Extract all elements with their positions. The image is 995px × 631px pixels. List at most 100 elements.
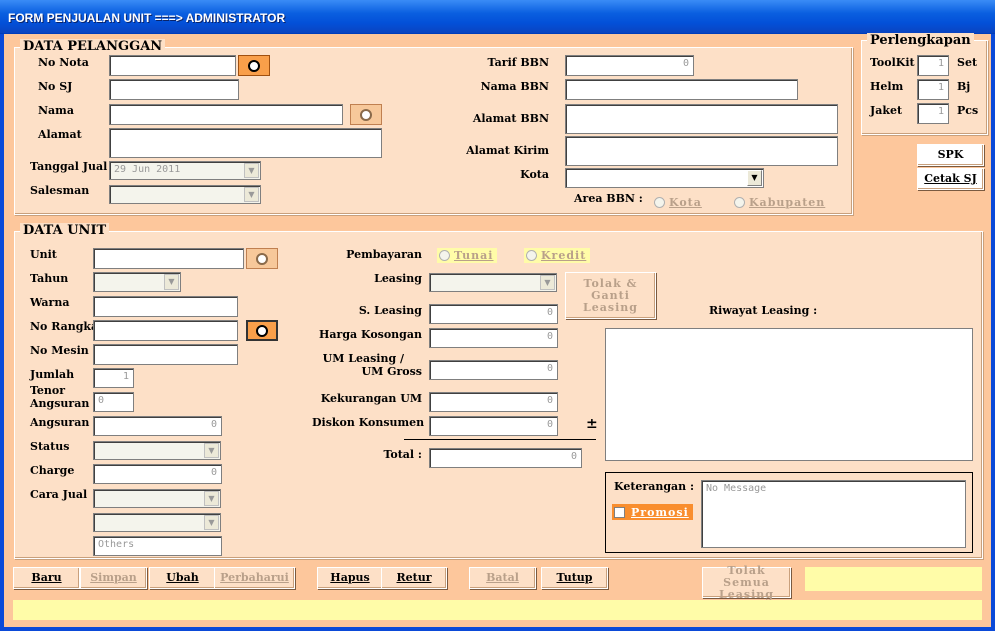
alamat-label: Alamat bbox=[38, 128, 82, 141]
search-icon bbox=[248, 59, 260, 72]
area-kota-radio[interactable]: Kota bbox=[654, 196, 702, 209]
angsuran-input[interactable]: 0 bbox=[93, 416, 222, 436]
jumlah-input[interactable]: 1 bbox=[93, 368, 134, 388]
tanggal-jual-picker[interactable]: 29 Jun 2011 ▼ bbox=[109, 161, 261, 180]
status-label: Status bbox=[30, 440, 70, 453]
tunai-radio[interactable]: Tunai bbox=[437, 248, 498, 263]
diskon-konsumen-input[interactable]: 0 bbox=[429, 416, 558, 436]
tenor-input[interactable]: 0 bbox=[93, 392, 134, 412]
jaket-quantity[interactable]: 1 bbox=[917, 103, 949, 124]
area-bbn-label: Area BBN : bbox=[574, 192, 643, 205]
tolak-semua-leasing-button[interactable]: Tolak Semua Leasing bbox=[702, 564, 791, 600]
no-sj-input[interactable] bbox=[109, 79, 239, 100]
warna-input[interactable] bbox=[93, 296, 238, 317]
radio-circle-icon bbox=[439, 250, 450, 261]
nama-bbn-label: Nama BBN bbox=[480, 80, 549, 93]
riwayat-leasing-list[interactable] bbox=[605, 328, 973, 461]
no-rangka-input[interactable] bbox=[93, 320, 238, 341]
cara-jual-select[interactable]: ▼ bbox=[93, 489, 221, 508]
radio-circle-icon bbox=[734, 197, 745, 208]
nama-input[interactable] bbox=[109, 104, 343, 125]
search-icon bbox=[360, 108, 372, 121]
alamat-input[interactable] bbox=[109, 128, 382, 158]
hapus-button[interactable]: Hapus bbox=[317, 567, 383, 589]
chevron-down-icon[interactable]: ▼ bbox=[204, 443, 219, 458]
tarif-bbn-input[interactable]: 0 bbox=[565, 55, 694, 76]
nama-bbn-input[interactable] bbox=[565, 79, 798, 100]
toolkit-unit: Set bbox=[957, 56, 978, 69]
others-input[interactable]: Others bbox=[93, 536, 222, 556]
window-border-right bbox=[991, 34, 995, 631]
kota-label: Kota bbox=[520, 168, 549, 181]
kredit-label: Kredit bbox=[541, 249, 587, 262]
chevron-down-icon[interactable]: ▼ bbox=[540, 275, 555, 290]
chevron-down-icon[interactable]: ▼ bbox=[244, 163, 259, 178]
status-select[interactable]: ▼ bbox=[93, 441, 221, 460]
retur-button[interactable]: Retur bbox=[381, 567, 447, 589]
status-field bbox=[805, 567, 982, 591]
checkbox-icon bbox=[614, 506, 625, 518]
nama-search-button[interactable] bbox=[350, 104, 382, 125]
alamat-kirim-input[interactable] bbox=[565, 136, 838, 166]
keterangan-textarea[interactable]: No Message bbox=[701, 480, 966, 548]
radio-circle-icon bbox=[654, 197, 665, 208]
harga-kosongan-input[interactable]: 0 bbox=[429, 328, 558, 348]
promosi-label: Promosi bbox=[631, 505, 689, 519]
chevron-down-icon[interactable]: ▼ bbox=[244, 187, 259, 202]
data-unit-legend: DATA UNIT bbox=[20, 223, 110, 238]
salesman-select[interactable]: ▼ bbox=[109, 185, 261, 204]
tahun-select[interactable]: ▼ bbox=[93, 272, 181, 292]
status-bar bbox=[13, 600, 982, 620]
perbaharui-button[interactable]: Perbaharui bbox=[214, 567, 295, 589]
no-rangka-search-button[interactable] bbox=[246, 320, 278, 341]
um-gross-input[interactable]: 0 bbox=[429, 360, 558, 380]
cetak-sj-button[interactable]: Cetak SJ bbox=[917, 168, 984, 190]
leasing-select[interactable]: ▼ bbox=[429, 273, 557, 292]
kredit-radio[interactable]: Kredit bbox=[524, 248, 591, 263]
form-client-area: DATA PELANGGAN No Nota No SJ Nama Alamat… bbox=[4, 33, 991, 627]
no-mesin-input[interactable] bbox=[93, 344, 238, 365]
jumlah-label: Jumlah bbox=[30, 368, 75, 381]
um-gross-label: UM Gross bbox=[361, 365, 422, 378]
chevron-down-icon[interactable]: ▼ bbox=[164, 274, 179, 290]
cara-jual-label: Cara Jual bbox=[30, 488, 88, 501]
total-label: Total : bbox=[383, 448, 422, 461]
promosi-checkbox[interactable]: Promosi bbox=[612, 504, 693, 520]
tenor-angsuran-label: Angsuran bbox=[30, 397, 90, 410]
tolak-ganti-leasing-button[interactable]: Tolak & Ganti Leasing bbox=[565, 272, 656, 319]
total-input[interactable]: 0 bbox=[429, 448, 582, 468]
ubah-button[interactable]: Ubah bbox=[149, 567, 216, 589]
helm-quantity[interactable]: 1 bbox=[917, 79, 949, 100]
charge-input[interactable]: 0 bbox=[93, 464, 222, 484]
window-border-left bbox=[0, 34, 4, 631]
chevron-down-icon[interactable]: ▼ bbox=[747, 170, 762, 186]
no-nota-input[interactable] bbox=[109, 55, 236, 76]
tutup-button[interactable]: Tutup bbox=[541, 567, 608, 589]
baru-button[interactable]: Baru bbox=[13, 567, 80, 589]
s-leasing-input[interactable]: 0 bbox=[429, 304, 558, 324]
tunai-label: Tunai bbox=[454, 249, 494, 262]
alamat-bbn-input[interactable] bbox=[565, 104, 838, 134]
simpan-button[interactable]: Simpan bbox=[80, 567, 147, 589]
data-pelanggan-legend: DATA PELANGGAN bbox=[20, 39, 166, 54]
area-kabupaten-radio[interactable]: Kabupaten bbox=[734, 196, 825, 209]
kota-select[interactable]: ▼ bbox=[565, 168, 764, 188]
kekurangan-um-input[interactable]: 0 bbox=[429, 392, 558, 412]
kekurangan-um-label: Kekurangan UM bbox=[320, 392, 422, 405]
s-leasing-label: S. Leasing bbox=[358, 304, 422, 317]
chevron-down-icon[interactable]: ▼ bbox=[204, 515, 219, 530]
unit-input[interactable] bbox=[93, 248, 244, 269]
chevron-down-icon[interactable]: ▼ bbox=[204, 491, 219, 506]
unit-search-button[interactable] bbox=[246, 248, 278, 269]
no-nota-search-button[interactable] bbox=[238, 55, 270, 76]
plus-minus-sign: ± bbox=[586, 416, 598, 432]
toolkit-quantity[interactable]: 1 bbox=[917, 55, 949, 76]
area-kabupaten-label: Kabupaten bbox=[749, 196, 826, 209]
toolkit-label: ToolKit bbox=[870, 56, 915, 69]
harga-kosongan-label: Harga Kosongan bbox=[319, 328, 422, 341]
um-leasing-label: UM Leasing / bbox=[322, 352, 404, 365]
cara-jual-sub-select[interactable]: ▼ bbox=[93, 513, 221, 532]
spk-button[interactable]: SPK bbox=[917, 144, 984, 166]
no-sj-label: No SJ bbox=[38, 80, 73, 93]
batal-button[interactable]: Batal bbox=[469, 567, 536, 589]
